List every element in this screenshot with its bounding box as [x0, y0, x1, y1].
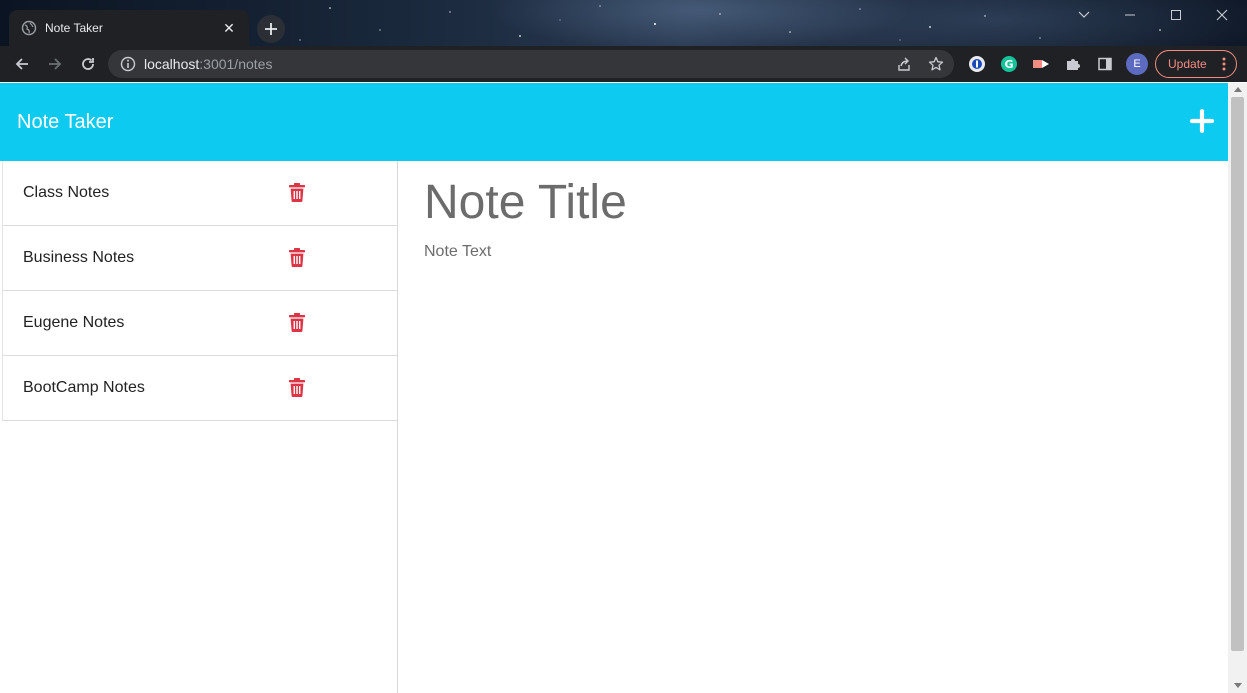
maximize-icon: [1171, 10, 1181, 20]
list-item[interactable]: BootCamp Notes: [2, 356, 397, 421]
globe-icon: [21, 20, 37, 36]
url-path: :3001/notes: [199, 56, 273, 72]
list-item[interactable]: Business Notes: [2, 226, 397, 291]
scroll-up-arrow-icon[interactable]: [1234, 87, 1242, 92]
reload-button[interactable]: [78, 54, 98, 74]
maximize-button[interactable]: [1164, 6, 1188, 24]
plus-icon: [1190, 109, 1214, 133]
update-label: Update: [1168, 57, 1207, 71]
note-title[interactable]: Business Notes: [23, 249, 134, 267]
close-tab-icon[interactable]: ✕: [221, 20, 237, 36]
trash-icon[interactable]: [289, 248, 305, 267]
close-icon: [1216, 9, 1228, 21]
plus-icon: [265, 23, 277, 35]
note-title-input[interactable]: Note Title: [424, 175, 627, 230]
info-icon[interactable]: [120, 56, 136, 72]
side-panel-icon[interactable]: [1095, 54, 1115, 74]
note-title[interactable]: Class Notes: [23, 184, 109, 202]
forward-button[interactable]: [45, 54, 65, 74]
profile-avatar[interactable]: E: [1126, 53, 1148, 75]
trash-icon[interactable]: [289, 378, 305, 397]
reload-icon: [82, 58, 94, 70]
app-navbar: Note Taker: [0, 83, 1228, 161]
vertical-scrollbar[interactable]: [1228, 83, 1247, 693]
onepassword-icon[interactable]: [967, 54, 987, 74]
minimize-button[interactable]: [1118, 6, 1142, 24]
tab-title: Note Taker: [45, 21, 103, 35]
trash-icon[interactable]: [289, 183, 305, 202]
notes-sidebar: Class Notes Business Notes Eugene Notes …: [2, 161, 398, 693]
arrow-left-icon: [15, 58, 28, 70]
trash-icon[interactable]: [289, 313, 305, 332]
kebab-menu-icon[interactable]: [1222, 57, 1226, 74]
note-editor: Note Title Note Text: [398, 161, 1228, 693]
new-tab-button[interactable]: [257, 15, 285, 43]
add-note-button[interactable]: [1190, 109, 1214, 133]
scroll-down-arrow-icon[interactable]: [1234, 683, 1242, 688]
address-bar[interactable]: localhost:3001/notes: [108, 50, 954, 78]
list-item[interactable]: Class Notes: [2, 161, 397, 226]
url-host: localhost: [144, 56, 200, 72]
scrollbar-thumb[interactable]: [1231, 97, 1244, 651]
browser-toolbar: localhost:3001/notes G E Update: [0, 46, 1247, 82]
star-icon[interactable]: [928, 56, 944, 72]
update-button[interactable]: Update: [1155, 50, 1237, 78]
back-button[interactable]: [12, 54, 32, 74]
tab-search-button[interactable]: [1072, 6, 1096, 24]
app-brand[interactable]: Note Taker: [17, 111, 113, 134]
video-extension-icon[interactable]: [1031, 54, 1051, 74]
page-viewport: Note Taker Class Notes Business Notes Eu…: [0, 83, 1247, 693]
share-icon[interactable]: [896, 56, 912, 72]
puzzle-icon[interactable]: [1063, 54, 1083, 74]
chevron-down-icon: [1078, 11, 1090, 18]
close-window-button[interactable]: [1210, 6, 1234, 24]
arrow-right-icon: [49, 58, 62, 70]
note-text-textarea[interactable]: Note Text: [424, 243, 491, 261]
browser-titlebar: Note Taker ✕: [0, 0, 1247, 46]
svg-text:G: G: [1004, 58, 1013, 71]
note-title[interactable]: Eugene Notes: [23, 314, 124, 332]
list-item[interactable]: Eugene Notes: [2, 291, 397, 356]
note-title[interactable]: BootCamp Notes: [23, 379, 145, 397]
minimize-icon: [1125, 14, 1135, 16]
grammarly-icon[interactable]: G: [999, 54, 1019, 74]
browser-tab[interactable]: Note Taker ✕: [9, 10, 249, 46]
